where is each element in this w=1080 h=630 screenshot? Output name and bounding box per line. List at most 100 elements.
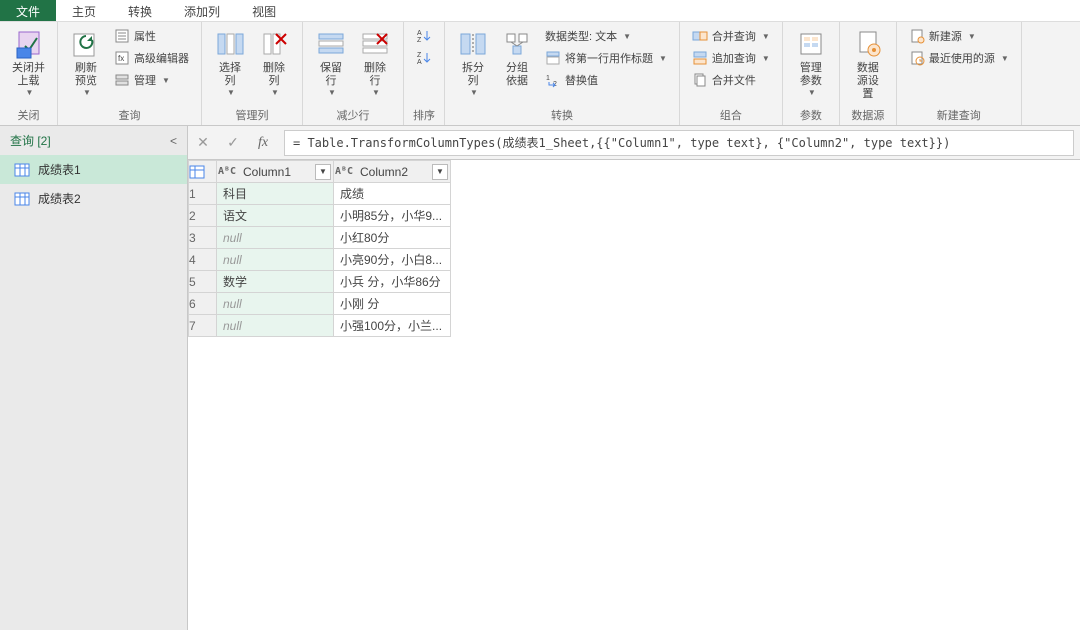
choose-columns-icon — [214, 28, 246, 60]
table-row[interactable]: 4null小亮90分，小白8... — [189, 249, 451, 271]
table-row[interactable]: 1科目成绩 — [189, 183, 451, 205]
formula-input[interactable] — [284, 130, 1074, 156]
advanced-editor-button[interactable]: fx 高级编辑器 — [110, 48, 193, 68]
row-number[interactable]: 7 — [189, 315, 217, 337]
query-item-2[interactable]: 成绩表2 — [0, 184, 187, 213]
combine-files-button[interactable]: 合并文件 — [688, 70, 774, 90]
sort-desc-button[interactable]: ZA — [412, 48, 436, 68]
group-label-newquery: 新建查询 — [905, 105, 1013, 123]
column-1-name: Column1 — [237, 165, 315, 179]
replace-icon: 12 — [545, 72, 561, 88]
params-icon — [795, 28, 827, 60]
tab-addcolumn[interactable]: 添加列 — [168, 0, 236, 21]
collapse-panel-icon[interactable]: < — [170, 134, 177, 148]
row-number[interactable]: 2 — [189, 205, 217, 227]
cell-c2[interactable]: 小明85分，小华9... — [334, 205, 451, 227]
chevron-down-icon: ▼ — [470, 88, 478, 97]
datatype-text-icon[interactable]: AᴮC — [217, 166, 237, 177]
table-row[interactable]: 3null小红80分 — [189, 227, 451, 249]
table-row[interactable]: 2语文小明85分，小华9... — [189, 205, 451, 227]
group-label-managecols: 管理列 — [210, 105, 294, 123]
row-number[interactable]: 4 — [189, 249, 217, 271]
chevron-down-icon: ▼ — [762, 54, 770, 63]
datasource-icon — [852, 28, 884, 60]
grid-table: AᴮC Column1 ▼ AᴮC Column2 ▼ — [188, 160, 451, 337]
cell-c1[interactable]: 数学 — [217, 271, 334, 293]
manage-label: 管理 — [134, 72, 156, 88]
cell-c2[interactable]: 小强100分，小兰... — [334, 315, 451, 337]
datasource-settings-button[interactable]: 数据 源设 置 — [848, 26, 888, 103]
ribbon-group-query: 刷新 预览 ▼ 属性 fx 高级编辑器 管理 ▼ 查询 — [58, 22, 202, 125]
remove-rows-button[interactable]: 删除 行 ▼ — [355, 26, 395, 99]
group-label-sort: 排序 — [412, 105, 436, 123]
cell-c1[interactable]: null — [217, 315, 334, 337]
chevron-down-icon: ▼ — [271, 88, 279, 97]
merge-queries-button[interactable]: 合并查询 ▼ — [688, 26, 774, 46]
sort-asc-icon: AZ — [416, 28, 432, 44]
remove-columns-button[interactable]: 删除 列 ▼ — [254, 26, 294, 99]
keep-rows-icon — [315, 28, 347, 60]
column-header-1[interactable]: AᴮC Column1 ▼ — [217, 161, 334, 183]
chevron-down-icon: ▼ — [1001, 54, 1009, 63]
cell-c2[interactable]: 小刚 分 — [334, 293, 451, 315]
column-1-filter-button[interactable]: ▼ — [315, 164, 331, 180]
manage-params-button[interactable]: 管理 参数 ▼ — [791, 26, 831, 99]
cell-c1[interactable]: null — [217, 227, 334, 249]
group-by-button[interactable]: 分组 依据 — [497, 26, 537, 90]
queries-panel: 查询 [2] < 成绩表1 成绩表2 — [0, 126, 188, 630]
cell-c1[interactable]: null — [217, 293, 334, 315]
chevron-down-icon: ▼ — [762, 32, 770, 41]
tab-view[interactable]: 视图 — [236, 0, 292, 21]
content-area: ✕ ✓ fx AᴮC Column1 ▼ — [188, 126, 1080, 630]
ribbon-group-reducerows: 保留 行 ▼ 删除 行 ▼ 减少行 — [303, 22, 404, 125]
replace-values-button[interactable]: 12 替换值 — [541, 70, 671, 90]
cell-c2[interactable]: 成绩 — [334, 183, 451, 205]
table-row[interactable]: 5数学小兵 分，小华86分 — [189, 271, 451, 293]
column-2-filter-button[interactable]: ▼ — [432, 164, 448, 180]
new-source-button[interactable]: 新建源 ▼ — [905, 26, 1013, 46]
append-queries-button[interactable]: 追加查询 ▼ — [688, 48, 774, 68]
sort-asc-button[interactable]: AZ — [412, 26, 436, 46]
datatype-text-icon[interactable]: AᴮC — [334, 166, 354, 177]
cell-c2[interactable]: 小兵 分，小华86分 — [334, 271, 451, 293]
formula-fx-button[interactable]: fx — [248, 126, 278, 159]
group-label-combine: 组合 — [688, 105, 774, 123]
cell-c1[interactable]: null — [217, 249, 334, 271]
cell-c2[interactable]: 小亮90分，小白8... — [334, 249, 451, 271]
row-number[interactable]: 6 — [189, 293, 217, 315]
close-load-button[interactable]: 关闭并 上载 ▼ — [8, 26, 49, 99]
tab-home[interactable]: 主页 — [56, 0, 112, 21]
use-first-row-button[interactable]: 将第一行用作标题 ▼ — [541, 48, 671, 68]
ribbon-group-params: 管理 参数 ▼ 参数 — [783, 22, 840, 125]
cell-c1[interactable]: 科目 — [217, 183, 334, 205]
properties-button[interactable]: 属性 — [110, 26, 193, 46]
column-2-name: Column2 — [354, 165, 432, 179]
formula-accept-button[interactable]: ✓ — [218, 126, 248, 159]
choose-columns-button[interactable]: 选择 列 ▼ — [210, 26, 250, 99]
cell-c1[interactable]: 语文 — [217, 205, 334, 227]
recent-sources-button[interactable]: 最近使用的源 ▼ — [905, 48, 1013, 68]
manage-button[interactable]: 管理 ▼ — [110, 70, 193, 90]
datatype-button[interactable]: 数据类型: 文本 ▼ — [541, 26, 671, 46]
split-column-button[interactable]: 拆分 列 ▼ — [453, 26, 493, 99]
table-row[interactable]: 7null小强100分，小兰... — [189, 315, 451, 337]
cell-c2[interactable]: 小红80分 — [334, 227, 451, 249]
chevron-down-icon: ▼ — [968, 32, 976, 41]
remove-columns-label: 删除 列 — [263, 62, 285, 88]
header-row-icon — [545, 50, 561, 66]
group-label-close: 关闭 — [8, 105, 49, 123]
refresh-preview-button[interactable]: 刷新 预览 ▼ — [66, 26, 106, 99]
table-row[interactable]: 6null小刚 分 — [189, 293, 451, 315]
grid-corner[interactable] — [189, 161, 217, 183]
row-number[interactable]: 1 — [189, 183, 217, 205]
column-header-2[interactable]: AᴮC Column2 ▼ — [334, 161, 451, 183]
append-icon — [692, 50, 708, 66]
tab-file[interactable]: 文件 — [0, 0, 56, 21]
svg-text:Z: Z — [417, 52, 422, 59]
tab-transform[interactable]: 转换 — [112, 0, 168, 21]
query-item-1[interactable]: 成绩表1 — [0, 155, 187, 184]
formula-cancel-button[interactable]: ✕ — [188, 126, 218, 159]
row-number[interactable]: 5 — [189, 271, 217, 293]
keep-rows-button[interactable]: 保留 行 ▼ — [311, 26, 351, 99]
row-number[interactable]: 3 — [189, 227, 217, 249]
